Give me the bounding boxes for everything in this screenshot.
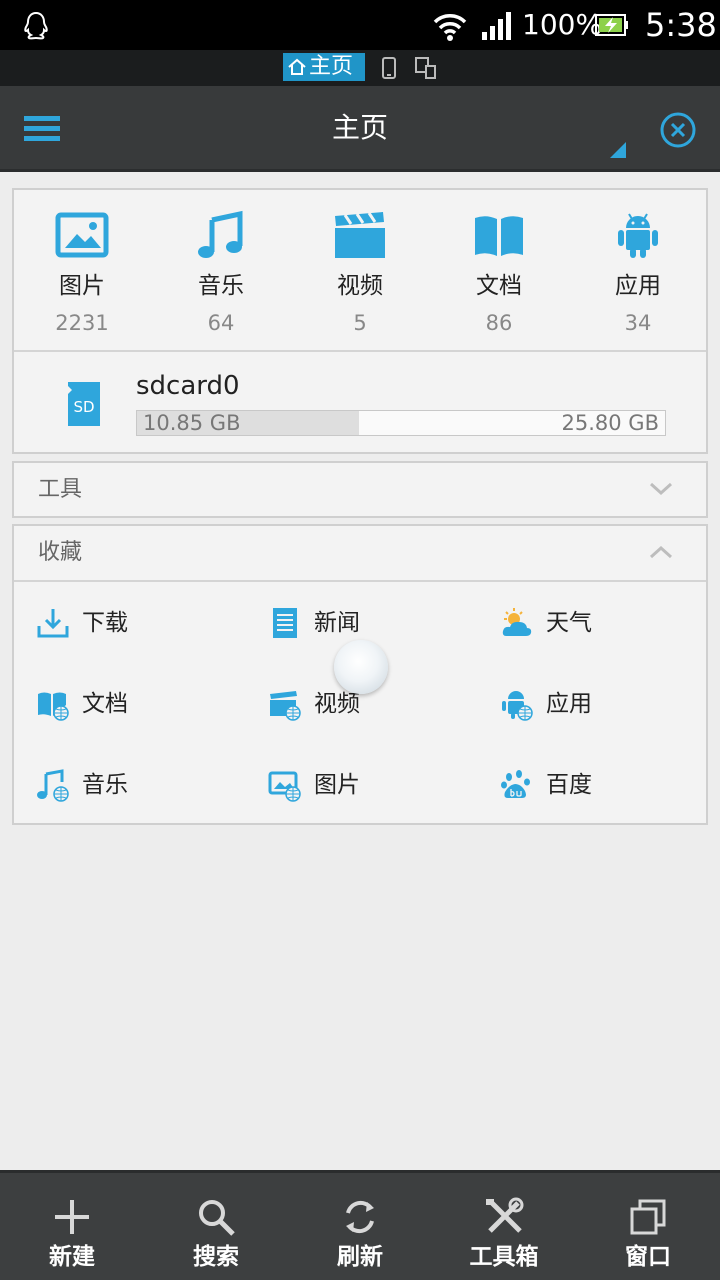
- toolbox-button[interactable]: 工具箱: [444, 1197, 564, 1271]
- favorite-label: 应用: [546, 691, 592, 717]
- chevron-up-icon[interactable]: [648, 542, 674, 562]
- signal-icon: [482, 12, 511, 40]
- category-grid: 图片 2231 音乐 64 视频 5 文档 86 应用 34: [14, 190, 706, 352]
- favorite-label: 视频: [314, 691, 360, 717]
- bottom-toolbar: 新建 搜索 刷新 工具箱 窗口: [0, 1170, 720, 1280]
- phone-icon[interactable]: [380, 56, 398, 80]
- image-icon: [55, 212, 109, 258]
- category-count: 64: [207, 311, 235, 335]
- book-icon: [475, 216, 523, 256]
- plus-icon: [55, 1200, 89, 1234]
- video-web-icon: [270, 691, 301, 721]
- refresh-icon: [346, 1200, 374, 1234]
- wifi-icon: [433, 14, 467, 41]
- storage-total: 25.80 GB: [561, 411, 659, 435]
- baidu-icon: [501, 770, 530, 798]
- window-button[interactable]: 窗口: [588, 1197, 708, 1271]
- favorites-section-title: 收藏: [38, 540, 83, 565]
- category-label: 视频: [337, 273, 383, 299]
- category-count: 5: [353, 311, 367, 335]
- window-tab-label: 主页: [309, 54, 354, 79]
- favorite-label: 天气: [546, 610, 592, 636]
- category-label: 应用: [615, 273, 661, 299]
- favorite-apps[interactable]: 应用: [500, 687, 592, 721]
- news-icon: [273, 608, 297, 638]
- dropdown-corner-icon[interactable]: [610, 142, 626, 158]
- chevron-down-icon[interactable]: [648, 479, 674, 499]
- download-icon: [37, 609, 69, 638]
- home-card: 图片 2231 音乐 64 视频 5 文档 86 应用 34 SD sdcard…: [12, 188, 708, 454]
- sd-card-icon[interactable]: SD: [64, 380, 104, 428]
- page-title: 主页: [331, 111, 388, 144]
- storage-name[interactable]: sdcard0: [136, 370, 240, 402]
- category-music[interactable]: 音乐 64: [161, 210, 281, 336]
- music-web-icon: [37, 769, 69, 802]
- window-switcher: 主页: [0, 50, 720, 86]
- book-web-icon: [38, 692, 69, 721]
- android-web-icon: [502, 691, 533, 721]
- weather-icon: [502, 608, 532, 636]
- category-label: 文档: [476, 273, 522, 299]
- favorite-music[interactable]: 音乐: [36, 768, 128, 802]
- clock: 5:38: [645, 6, 717, 44]
- category-count: 2231: [55, 311, 109, 335]
- favorite-baidu[interactable]: 百度: [500, 768, 592, 802]
- category-label: 音乐: [198, 273, 244, 299]
- favorite-label: 下载: [82, 610, 128, 636]
- storage-used: 10.85 GB: [143, 411, 241, 435]
- search-icon: [199, 1200, 235, 1236]
- android-icon: [618, 213, 658, 258]
- music-icon: [198, 210, 243, 258]
- windows-icon: [630, 1199, 666, 1235]
- battery-percent: 100%: [522, 8, 603, 41]
- category-images[interactable]: 图片 2231: [22, 210, 142, 336]
- devices-icon[interactable]: [414, 56, 438, 80]
- status-bar: 100% 5:38: [0, 0, 720, 50]
- sd-card-icon-text: SD: [73, 398, 94, 416]
- favorite-images[interactable]: 图片: [268, 768, 360, 802]
- toolbox-button-label: 工具箱: [469, 1244, 539, 1270]
- search-button[interactable]: 搜索: [156, 1197, 276, 1271]
- new-button[interactable]: 新建: [12, 1197, 132, 1271]
- qq-icon: [24, 11, 48, 40]
- favorite-news[interactable]: 新闻: [268, 606, 360, 640]
- tools-section-title: 工具: [38, 477, 83, 502]
- loading-spinner: [334, 640, 388, 694]
- search-button-label: 搜索: [193, 1244, 239, 1270]
- favorite-label: 新闻: [314, 610, 360, 636]
- storage-usage-bar: 10.85 GB 25.80 GB: [136, 410, 666, 436]
- tools-section[interactable]: 工具: [12, 461, 708, 518]
- window-tab-home[interactable]: 主页: [283, 53, 365, 81]
- category-documents[interactable]: 文档 86: [439, 210, 559, 336]
- tools-icon: [486, 1197, 524, 1233]
- favorite-label: 图片: [314, 772, 360, 798]
- favorite-label: 百度: [546, 772, 592, 798]
- image-web-icon: [268, 771, 301, 802]
- home-icon: [288, 58, 306, 75]
- favorite-label: 文档: [82, 691, 128, 717]
- divider: [14, 580, 706, 582]
- app-header: 主页: [0, 86, 720, 172]
- window-button-label: 窗口: [625, 1244, 671, 1270]
- refresh-button-label: 刷新: [337, 1244, 383, 1270]
- favorite-weather[interactable]: 天气: [500, 606, 592, 640]
- battery-charging-icon: [595, 14, 628, 36]
- category-count: 86: [485, 311, 513, 335]
- favorite-download[interactable]: 下载: [36, 606, 128, 640]
- category-count: 34: [624, 311, 652, 335]
- category-label: 图片: [59, 273, 105, 299]
- favorite-documents[interactable]: 文档: [36, 687, 128, 721]
- refresh-button[interactable]: 刷新: [300, 1197, 420, 1271]
- new-button-label: 新建: [49, 1244, 95, 1270]
- favorite-videos[interactable]: 视频: [268, 687, 360, 721]
- close-icon[interactable]: [659, 111, 697, 149]
- video-icon: [335, 212, 385, 258]
- category-apps[interactable]: 应用 34: [578, 210, 698, 336]
- favorite-label: 音乐: [82, 772, 128, 798]
- category-videos[interactable]: 视频 5: [300, 210, 420, 336]
